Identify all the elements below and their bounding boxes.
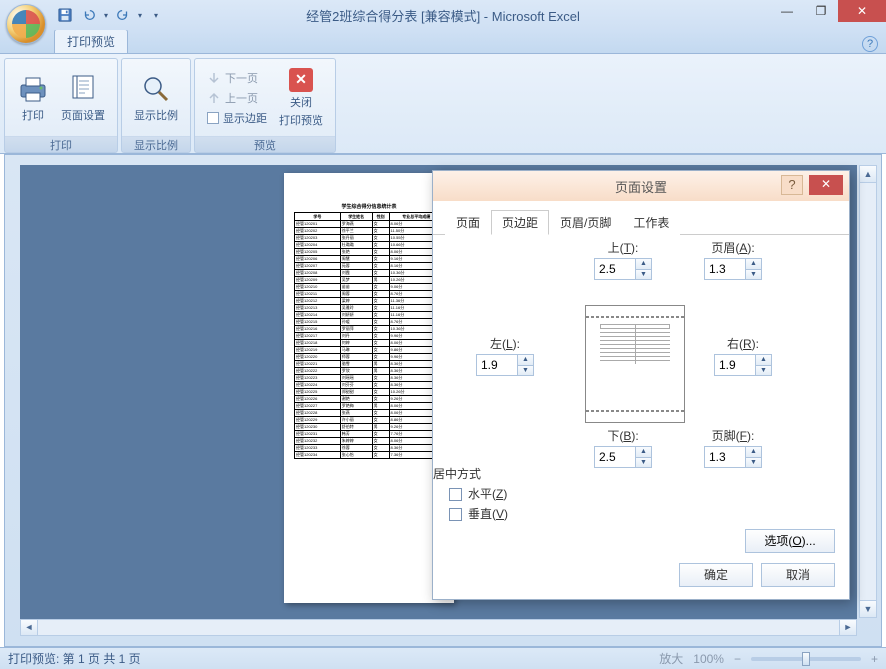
help-icon[interactable]: ?	[862, 36, 878, 52]
qat-customize-dropdown[interactable]: ▾	[152, 11, 160, 20]
margin-top-field: 上(T): ▲▼	[583, 239, 663, 280]
maximize-button[interactable]: ❐	[804, 0, 838, 22]
arrow-up-icon	[207, 91, 221, 105]
scroll-left-button[interactable]: ◄	[21, 620, 38, 635]
undo-icon[interactable]	[78, 4, 100, 26]
margin-bottom-field: 下(B): ▲▼	[583, 427, 663, 468]
preview-table: 学号学生姓名性别专业总平均成绩经管120201罗海燕女8.06分经管120202…	[294, 212, 444, 459]
cancel-button[interactable]: 取消	[761, 563, 835, 587]
dialog-close-button[interactable]: ✕	[809, 175, 843, 195]
office-button[interactable]	[6, 4, 46, 44]
close-preview-button[interactable]: ✕ 关闭 打印预览	[273, 62, 329, 134]
margin-top-spinner[interactable]: ▲▼	[594, 258, 652, 280]
dialog-tab-margins[interactable]: 页边距	[491, 210, 549, 235]
status-bar: 打印预览: 第 1 页 共 1 页 放大 100% − +	[0, 647, 886, 669]
save-icon[interactable]	[54, 4, 76, 26]
ribbon-group-print: 打印 页面设置 打印	[4, 58, 118, 153]
page-setup-button[interactable]: 页面设置	[55, 62, 111, 134]
arrow-down-icon	[207, 71, 221, 85]
dialog-title: 页面设置	[615, 177, 667, 196]
margin-header-spinner[interactable]: ▲▼	[704, 258, 762, 280]
quick-access-toolbar: ▾ ▾ ▾	[54, 4, 160, 26]
print-button[interactable]: 打印	[11, 62, 55, 134]
zoom-out-button[interactable]: −	[734, 652, 741, 666]
ribbon-tabs: 打印预览 ?	[0, 30, 886, 54]
center-mode-group: 居中方式 水平(Z) 垂直(V)	[433, 465, 508, 525]
margin-header-field: 页眉(A): ▲▼	[693, 239, 773, 280]
center-horizontal-checkbox[interactable]: 水平(Z)	[449, 485, 508, 502]
window-close-button[interactable]: ✕	[838, 0, 886, 22]
dialog-tab-sheet[interactable]: 工作表	[622, 210, 680, 235]
undo-dropdown[interactable]: ▾	[102, 11, 110, 20]
magnifier-icon	[140, 73, 172, 105]
ok-button[interactable]: 确定	[679, 563, 753, 587]
center-vertical-checkbox[interactable]: 垂直(V)	[449, 505, 508, 522]
zoom-slider[interactable]	[751, 657, 861, 661]
horizontal-scrollbar[interactable]: ◄ ►	[20, 619, 857, 636]
zoom-button[interactable]: 显示比例	[128, 62, 184, 134]
status-page-info: 打印预览: 第 1 页 共 1 页	[8, 650, 141, 667]
title-bar: ▾ ▾ ▾ 经管2班综合得分表 [兼容模式] - Microsoft Excel…	[0, 0, 886, 30]
dialog-tab-page[interactable]: 页面	[445, 210, 491, 235]
scroll-right-button[interactable]: ►	[839, 620, 856, 635]
ribbon: 打印 页面设置 打印 显示比例 显示比例 下一页	[0, 54, 886, 154]
dialog-help-button[interactable]: ?	[781, 175, 803, 195]
vertical-scrollbar[interactable]: ▲ ▼	[859, 165, 877, 618]
checkbox-icon	[207, 112, 219, 124]
minimize-button[interactable]: —	[770, 0, 804, 22]
dialog-tab-header-footer[interactable]: 页眉/页脚	[549, 210, 622, 235]
margin-left-spinner[interactable]: ▲▼	[476, 354, 534, 376]
close-icon: ✕	[289, 68, 313, 92]
margin-bottom-spinner[interactable]: ▲▼	[594, 446, 652, 468]
margin-footer-field: 页脚(F): ▲▼	[693, 427, 773, 468]
dialog-body: 上(T): ▲▼ 页眉(A): ▲▼ 左(L): ▲▼ 右(R): ▲▼ 下(B…	[433, 235, 849, 555]
zoom-label[interactable]: 放大	[659, 650, 683, 667]
page-preview: 学生综合得分信息统计表 学号学生姓名性别专业总平均成绩经管120201罗海燕女8…	[284, 173, 454, 603]
next-page-button: 下一页	[203, 69, 271, 87]
margin-right-field: 右(R): ▲▼	[703, 335, 783, 376]
margin-left-field: 左(L): ▲▼	[465, 335, 545, 376]
margin-footer-spinner[interactable]: ▲▼	[704, 446, 762, 468]
redo-dropdown[interactable]: ▾	[136, 11, 144, 20]
sheet-title: 学生综合得分信息统计表	[294, 203, 444, 210]
page-setup-dialog: 页面设置 ? ✕ 页面 页边距 页眉/页脚 工作表 上(T): ▲▼ 页眉(A)…	[432, 170, 850, 600]
scroll-up-button[interactable]: ▲	[860, 166, 876, 183]
tab-print-preview[interactable]: 打印预览	[54, 29, 128, 53]
redo-icon[interactable]	[112, 4, 134, 26]
margin-right-spinner[interactable]: ▲▼	[714, 354, 772, 376]
dialog-title-bar[interactable]: 页面设置 ? ✕	[433, 171, 849, 201]
ribbon-group-preview: 下一页 上一页 显示边距 ✕ 关闭 打印预览 预览	[194, 58, 336, 153]
dialog-tabs: 页面 页边距 页眉/页脚 工作表	[433, 201, 849, 235]
printer-icon	[17, 73, 49, 105]
prev-page-button: 上一页	[203, 89, 271, 107]
ribbon-group-zoom: 显示比例 显示比例	[121, 58, 191, 153]
scroll-down-button[interactable]: ▼	[860, 600, 876, 617]
margin-preview	[585, 305, 685, 423]
page-setup-icon	[67, 73, 99, 105]
options-button[interactable]: 选项(O)...	[745, 529, 835, 553]
zoom-percent: 100%	[693, 652, 724, 666]
show-margins-checkbox[interactable]: 显示边距	[203, 109, 271, 127]
zoom-in-button[interactable]: +	[871, 652, 878, 666]
